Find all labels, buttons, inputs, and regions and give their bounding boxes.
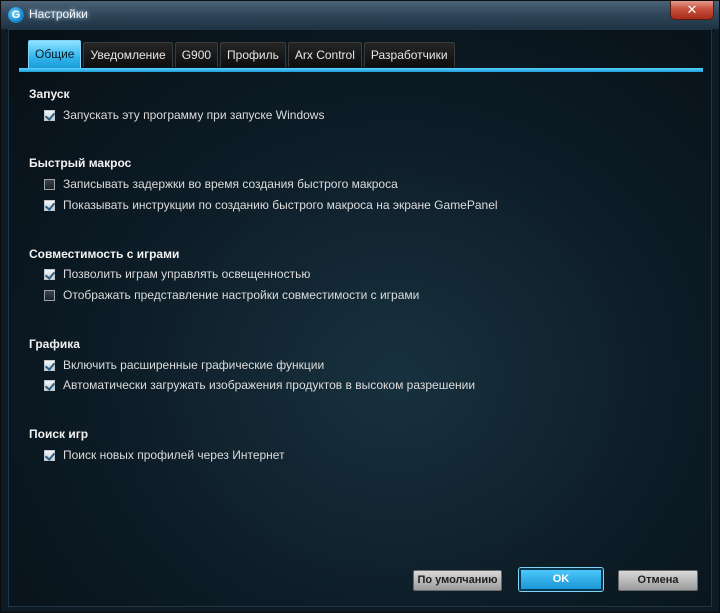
search-new-profiles-checkbox[interactable] [44, 449, 55, 461]
section-title-quick-macro: Быстрый макрос [29, 156, 132, 170]
tab-arx-control[interactable]: Arx Control [287, 42, 362, 67]
settings-panel: Общие Уведомление G900 Профиль Arx Contr… [8, 29, 712, 607]
option-label: Позволить играм управлять освещенностью [63, 267, 311, 281]
cancel-button[interactable]: Отмена [618, 570, 698, 591]
tab-bar: Общие Уведомление G900 Профиль Arx Contr… [28, 40, 455, 68]
option-label: Показывать инструкции по созданию быстро… [63, 198, 498, 212]
section-title-startup: Запуск [29, 87, 70, 101]
option-show-macro-instructions[interactable]: Показывать инструкции по созданию быстро… [44, 198, 498, 212]
tab-notifications[interactable]: Уведомление [83, 42, 173, 67]
section-title-game-search: Поиск игр [29, 427, 89, 441]
logitech-logo-icon: G [8, 7, 24, 23]
option-launch-on-startup[interactable]: Запускать эту программу при запуске Wind… [44, 108, 324, 122]
section-title-graphics: Графика [29, 337, 80, 351]
section-title-game-compat: Совместимость с играми [29, 247, 180, 261]
option-label: Автоматически загружать изображения прод… [63, 378, 476, 392]
show-macro-instructions-checkbox[interactable] [44, 199, 55, 211]
option-label: Включить расширенные графические функции [63, 358, 325, 372]
record-delays-checkbox[interactable] [44, 178, 55, 190]
launch-on-startup-checkbox[interactable] [44, 109, 55, 121]
window-title: Настройки [29, 7, 88, 21]
option-label: Поиск новых профилей через Интернет [63, 448, 285, 462]
option-games-control-lighting[interactable]: Позволить играм управлять освещенностью [44, 267, 310, 281]
advanced-graphics-checkbox[interactable] [44, 359, 55, 371]
hires-product-images-checkbox[interactable] [44, 379, 55, 391]
ok-button[interactable]: OK [519, 568, 603, 591]
settings-window: G Настройки ✕ Общие Уведомление G900 Про… [0, 0, 720, 613]
tab-profile[interactable]: Профиль [220, 42, 286, 67]
tab-g900[interactable]: G900 [174, 42, 219, 67]
option-label: Отображать представление настройки совме… [63, 288, 420, 302]
tab-underline [19, 68, 703, 72]
tab-general[interactable]: Общие [28, 40, 82, 68]
option-hires-product-images[interactable]: Автоматически загружать изображения прод… [44, 378, 475, 392]
close-button[interactable]: ✕ [670, 1, 714, 20]
option-show-compat-settings[interactable]: Отображать представление настройки совме… [44, 288, 419, 302]
defaults-button[interactable]: По умолчанию [413, 570, 502, 591]
title-bar[interactable]: G Настройки ✕ [1, 1, 719, 29]
option-record-delays[interactable]: Записывать задержки во время создания бы… [44, 177, 398, 191]
option-label: Записывать задержки во время создания бы… [63, 177, 398, 191]
option-search-new-profiles[interactable]: Поиск новых профилей через Интернет [44, 448, 285, 462]
option-advanced-graphics[interactable]: Включить расширенные графические функции [44, 358, 324, 372]
option-label: Запускать эту программу при запуске Wind… [63, 108, 325, 122]
tab-developers[interactable]: Разработчики [363, 42, 455, 67]
show-compat-settings-checkbox[interactable] [44, 289, 55, 301]
games-control-lighting-checkbox[interactable] [44, 268, 55, 280]
